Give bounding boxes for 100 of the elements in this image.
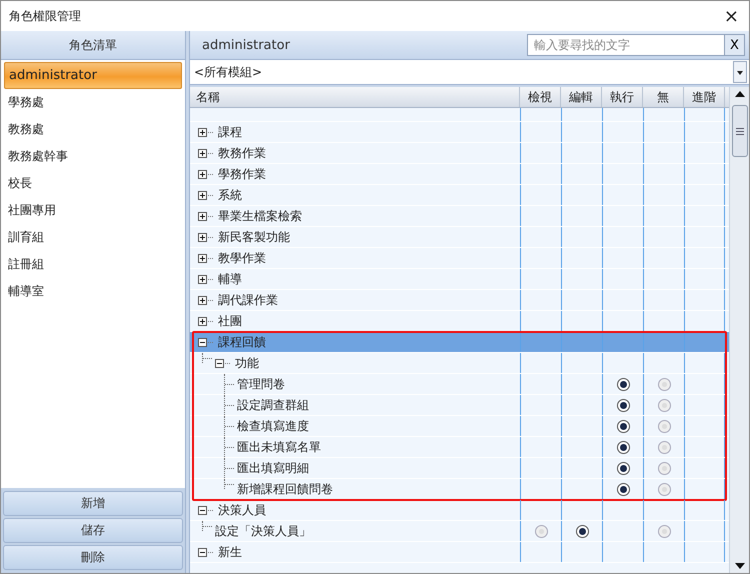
column-header: 執行 xyxy=(602,87,643,107)
tree-row[interactable]: 系統 xyxy=(190,185,729,206)
expand-icon[interactable] xyxy=(198,170,214,178)
node-label: 課程 xyxy=(218,124,242,140)
tree-line-icon xyxy=(224,416,235,436)
panel-header: 角色清單 xyxy=(1,31,185,60)
tree-row[interactable]: 匯出填寫明細 xyxy=(190,458,729,479)
expand-icon[interactable] xyxy=(198,274,214,284)
radio-button[interactable] xyxy=(658,524,670,538)
expand-icon[interactable] xyxy=(198,316,214,326)
role-item[interactable]: 教務處幹事 xyxy=(4,143,182,170)
expand-icon[interactable] xyxy=(198,190,214,200)
node-label: 學務作業 xyxy=(218,166,266,182)
radio-button[interactable] xyxy=(658,440,670,454)
tree-row[interactable]: 輔導 xyxy=(190,269,729,290)
node-label: 畢業生檔案檢索 xyxy=(218,208,302,224)
radio-button[interactable] xyxy=(616,440,630,454)
action-button[interactable]: 儲存 xyxy=(3,518,183,543)
close-button[interactable]: × xyxy=(722,6,741,26)
role-item[interactable]: administrator xyxy=(4,62,182,89)
node-label: 系統 xyxy=(218,186,242,204)
tree-line-icon xyxy=(224,395,235,415)
action-button[interactable]: 新增 xyxy=(3,491,183,516)
column-header: 檢視 xyxy=(520,87,561,107)
tree-row[interactable]: 決策人員 xyxy=(190,500,729,521)
search-field[interactable]: 輸入要尋找的文字 X xyxy=(527,34,745,56)
node-label: 匯出未填寫名單 xyxy=(237,438,321,456)
radio-button[interactable] xyxy=(576,524,588,538)
node-label: 教學作業 xyxy=(218,250,266,266)
tree-row[interactable]: 教學作業 xyxy=(190,248,729,269)
node-label: 匯出填寫明細 xyxy=(237,460,309,476)
radio-button[interactable] xyxy=(616,378,630,390)
column-header: 編輯 xyxy=(561,87,602,107)
collapse-icon[interactable] xyxy=(215,358,231,368)
tree-row[interactable]: 設定「決策人員」 xyxy=(190,521,729,542)
tree-row[interactable]: 新民客製功能 xyxy=(190,227,729,248)
column-header: 無 xyxy=(643,87,684,107)
radio-button[interactable] xyxy=(616,462,630,474)
tree-row[interactable]: 設定調查群組 xyxy=(190,395,729,416)
expand-icon[interactable] xyxy=(198,232,214,242)
role-item[interactable]: 輔導室 xyxy=(4,278,182,305)
radio-button[interactable] xyxy=(658,398,670,412)
tree-row[interactable]: 畢業生檔案檢索 xyxy=(190,206,729,227)
radio-button[interactable] xyxy=(534,524,548,538)
tree-row[interactable]: 教務作業 xyxy=(190,143,729,164)
collapse-icon[interactable] xyxy=(198,338,214,346)
expand-icon[interactable] xyxy=(198,212,214,220)
tree-row[interactable]: 匯出未填寫名單 xyxy=(190,437,729,458)
expand-icon[interactable] xyxy=(198,148,214,158)
role-item[interactable]: 教務處 xyxy=(4,116,182,143)
role-name: administrator xyxy=(202,38,290,52)
tree-line-icon xyxy=(224,437,235,457)
radio-button[interactable] xyxy=(616,482,630,496)
module-dropdown[interactable]: <所有模組> xyxy=(190,60,749,85)
radio-button[interactable] xyxy=(658,378,670,390)
expand-icon[interactable] xyxy=(198,296,214,304)
collapse-icon[interactable] xyxy=(198,548,214,556)
scroll-up-icon[interactable] xyxy=(734,91,744,97)
role-item[interactable]: 社團專用 xyxy=(4,197,182,224)
node-label: 新民客製功能 xyxy=(218,228,290,246)
node-label: 課程回饋 xyxy=(218,334,266,350)
tree-row[interactable]: 管理問卷 xyxy=(190,374,729,395)
radio-button[interactable] xyxy=(616,398,630,412)
node-label: 新增課程回饋問卷 xyxy=(237,480,333,498)
node-label: 調代課作業 xyxy=(218,292,278,308)
tree-row[interactable]: 課程 xyxy=(190,122,729,143)
node-label: 管理問卷 xyxy=(237,376,285,392)
radio-button[interactable] xyxy=(658,462,670,474)
radio-button[interactable] xyxy=(658,482,670,496)
role-item[interactable]: 註冊組 xyxy=(4,251,182,278)
expand-icon[interactable] xyxy=(198,254,214,262)
scroll-thumb[interactable] xyxy=(732,105,748,157)
role-item[interactable]: 校長 xyxy=(4,170,182,197)
radio-button[interactable] xyxy=(616,420,630,432)
collapse-icon[interactable] xyxy=(198,506,214,514)
node-label: 新生 xyxy=(218,544,242,560)
column-header: 名稱 xyxy=(190,87,520,107)
tree-row[interactable]: 課程回饋 xyxy=(190,332,729,353)
tree-row[interactable]: 學務作業 xyxy=(190,164,729,185)
node-label: 輔導 xyxy=(218,270,242,288)
tree-line-icon xyxy=(202,521,213,531)
scroll-down-icon[interactable] xyxy=(734,563,744,569)
role-item[interactable]: 學務處 xyxy=(4,89,182,116)
node-label: 設定調查群組 xyxy=(237,396,309,414)
node-label: 設定「決策人員」 xyxy=(215,522,311,540)
role-item[interactable]: 訓育組 xyxy=(4,224,182,251)
tree-row[interactable]: 新生 xyxy=(190,542,729,563)
radio-button[interactable] xyxy=(658,420,670,432)
clear-button[interactable]: X xyxy=(724,35,744,55)
node-label: 檢查填寫進度 xyxy=(237,418,309,434)
tree-line-icon xyxy=(202,353,213,363)
tree-line-icon xyxy=(224,374,235,394)
tree-row[interactable]: 功能 xyxy=(190,353,729,374)
tree-row[interactable]: 新增課程回饋問卷 xyxy=(190,479,729,500)
expand-icon[interactable] xyxy=(198,128,214,136)
tree-row[interactable]: 調代課作業 xyxy=(190,290,729,311)
tree-row[interactable]: 檢查填寫進度 xyxy=(190,416,729,437)
node-label: 功能 xyxy=(235,354,259,372)
column-header: 進階 xyxy=(684,87,725,107)
action-button[interactable]: 刪除 xyxy=(3,545,183,570)
